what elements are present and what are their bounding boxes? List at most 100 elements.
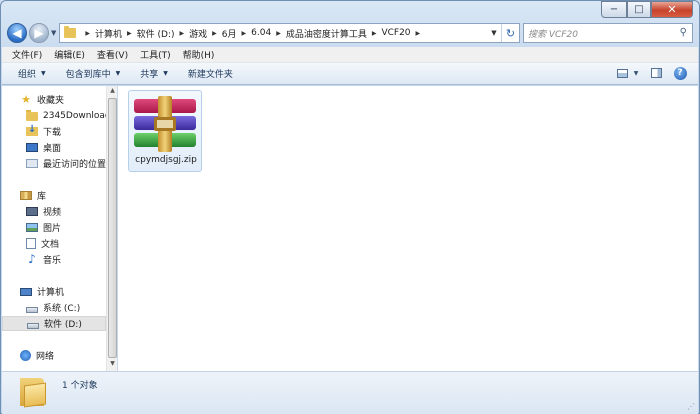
back-button[interactable]: ◀ [7, 23, 27, 43]
computer-icon [20, 287, 32, 296]
sidebar-item-libraries[interactable]: 库 [20, 188, 46, 203]
scroll-down-icon[interactable]: ▼ [107, 360, 118, 370]
breadcrumb-item[interactable]: 6月 [222, 27, 237, 40]
refresh-button[interactable]: ↻ [501, 24, 519, 42]
command-bar: 组织 ▼ 包含到库中 ▼ 共享 ▼ 新建文件夹 ▼ ? [2, 63, 698, 85]
navigation-pane-scrollbar[interactable]: ▲ ▼ [106, 86, 117, 371]
share-label: 共享 [140, 70, 159, 80]
sidebar-item-desktop[interactable]: 桌面 [26, 140, 61, 155]
network-icon [20, 350, 31, 361]
explorer-window: − □ ✕ ◀ ▶ ▼ ▶ 计算机 ▶ 软件 (D:) ▶ 游戏 ▶ 6月 ▶ … [0, 0, 700, 414]
sidebar-item-recent[interactable]: 最近访问的位置 [26, 156, 106, 171]
menu-view[interactable]: 查看(V) [97, 48, 128, 61]
folder-icon [20, 378, 46, 408]
menu-tools[interactable]: 工具(T) [140, 48, 171, 61]
breadcrumb-item[interactable]: 计算机 [95, 27, 122, 40]
breadcrumb-separator-icon[interactable]: ▶ [127, 30, 132, 37]
pictures-icon [26, 223, 38, 232]
breadcrumb-item[interactable]: 6.04 [251, 28, 271, 38]
new-folder-label: 新建文件夹 [187, 70, 233, 80]
menu-edit[interactable]: 编辑(E) [54, 48, 85, 61]
window-controls: − □ ✕ [601, 1, 693, 18]
download-icon [26, 124, 38, 136]
include-in-library-label: 包含到库中 [65, 70, 111, 80]
sidebar-item-label: 下载 [43, 128, 62, 138]
document-icon [26, 238, 36, 249]
sidebar-item-label: 网络 [36, 352, 55, 362]
view-icon [616, 68, 628, 78]
file-list: cpymdjsgj.zip [118, 86, 698, 371]
search-input[interactable]: 搜索 VCF20 ⚲ [523, 23, 693, 43]
refresh-icon: ↻ [505, 26, 516, 40]
breadcrumb-separator-icon[interactable]: ▶ [180, 30, 185, 37]
preview-pane-button[interactable] [648, 66, 664, 80]
drive-icon [27, 322, 39, 329]
sidebar-item-label: 桌面 [43, 144, 62, 154]
forward-arrow-icon: ▶ [34, 26, 44, 40]
music-icon: ♪ [28, 252, 36, 266]
resize-grip-icon[interactable]: ⋰ [687, 402, 695, 411]
share-button[interactable]: 共享 ▼ [140, 67, 168, 80]
file-name: cpymdjsgj.zip [135, 155, 197, 165]
winrar-archive-icon [134, 96, 196, 152]
breadcrumb-separator-icon[interactable]: ▶ [85, 30, 90, 37]
sidebar-item-label: 库 [37, 192, 47, 202]
breadcrumb-separator-icon[interactable]: ▶ [416, 30, 421, 37]
sidebar-item-label: 2345Downloads [43, 110, 106, 121]
view-options-dropdown[interactable]: ▼ [632, 66, 640, 80]
breadcrumb-item[interactable]: 成品油密度计算工具 [286, 27, 367, 40]
sidebar-item-label: 视频 [43, 208, 62, 218]
change-view-button[interactable] [614, 66, 630, 80]
breadcrumb-item[interactable]: 游戏 [189, 27, 207, 40]
minimize-button[interactable]: − [601, 1, 627, 18]
breadcrumb-separator-icon[interactable]: ▶ [372, 30, 377, 37]
close-button[interactable]: ✕ [651, 1, 693, 18]
sidebar-item-label: 软件 (D:) [44, 320, 82, 330]
sidebar-item-downloads[interactable]: 下载 [26, 124, 61, 139]
scrollbar-thumb[interactable] [108, 98, 117, 358]
sidebar-item-pictures[interactable]: 图片 [26, 220, 61, 235]
sidebar-item-favorites[interactable]: ★ 收藏夹 [20, 92, 64, 107]
chevron-down-icon: ▼ [633, 69, 639, 77]
menu-file[interactable]: 文件(F) [12, 48, 42, 61]
breadcrumb-separator-icon[interactable]: ▶ [276, 30, 281, 37]
maximize-button[interactable]: □ [627, 1, 651, 18]
address-actions: ▼ ↻ [487, 24, 519, 42]
sidebar-item-2345downloads[interactable]: 2345Downloads [26, 108, 106, 123]
breadcrumb: ▶ 计算机 ▶ 软件 (D:) ▶ 游戏 ▶ 6月 ▶ 6.04 ▶ 成品油密度… [80, 27, 425, 40]
breadcrumb-separator-icon[interactable]: ▶ [212, 30, 217, 37]
sidebar-item-documents[interactable]: 文档 [26, 236, 59, 251]
breadcrumb-item[interactable]: VCF20 [381, 28, 410, 38]
details-pane: 1 个对象 ⋰ [2, 371, 698, 414]
sidebar-item-videos[interactable]: 视频 [26, 204, 61, 219]
menu-help[interactable]: 帮助(H) [183, 48, 215, 61]
help-button[interactable]: ? [672, 66, 688, 80]
organize-label: 组织 [18, 70, 37, 80]
sidebar-item-network[interactable]: 网络 [20, 348, 54, 363]
library-icon [20, 191, 32, 200]
sidebar-item-label: 文档 [41, 240, 60, 250]
sidebar-item-music[interactable]: ♪ 音乐 [26, 252, 61, 267]
folder-icon [26, 110, 38, 121]
sidebar-item-drive-c[interactable]: 系统 (C:) [26, 300, 80, 315]
address-history-dropdown[interactable]: ▼ [487, 29, 501, 37]
star-icon: ★ [21, 93, 31, 106]
menu-bar: 文件(F) 编辑(E) 查看(V) 工具(T) 帮助(H) [2, 47, 698, 63]
file-item[interactable]: cpymdjsgj.zip [128, 90, 202, 172]
breadcrumb-separator-icon[interactable]: ▶ [242, 30, 247, 37]
scroll-up-icon[interactable]: ▲ [107, 87, 118, 97]
recent-pages-dropdown[interactable]: ▼ [51, 29, 56, 37]
include-in-library-button[interactable]: 包含到库中 ▼ [66, 67, 121, 80]
breadcrumb-item[interactable]: 软件 (D:) [137, 27, 175, 40]
forward-button[interactable]: ▶ [29, 23, 49, 43]
navigation-bar: ◀ ▶ ▼ ▶ 计算机 ▶ 软件 (D:) ▶ 游戏 ▶ 6月 ▶ 6.04 ▶… [7, 22, 693, 44]
drive-icon [26, 306, 38, 313]
sidebar-item-computer[interactable]: 计算机 [20, 284, 64, 299]
sidebar-item-drive-d[interactable]: 软件 (D:) [2, 316, 106, 331]
search-icon[interactable]: ⚲ [680, 27, 687, 38]
sidebar-item-label: 音乐 [43, 256, 62, 266]
address-bar[interactable]: ▶ 计算机 ▶ 软件 (D:) ▶ 游戏 ▶ 6月 ▶ 6.04 ▶ 成品油密度… [59, 23, 520, 43]
organize-button[interactable]: 组织 ▼ [18, 67, 46, 80]
new-folder-button[interactable]: 新建文件夹 [188, 67, 233, 80]
video-icon [26, 207, 38, 216]
